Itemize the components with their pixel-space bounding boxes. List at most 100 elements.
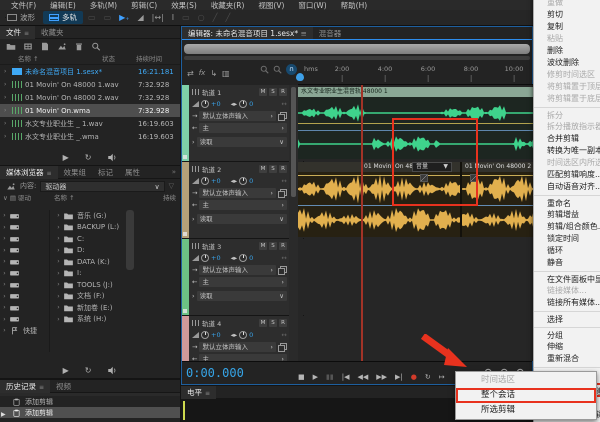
tab-properties[interactable]: 属性 [119,166,146,179]
expander-icon[interactable]: › [54,247,63,254]
pan-value[interactable]: 0 [249,177,253,185]
volume-value[interactable]: +0 [211,177,221,185]
expander-icon[interactable]: › [0,235,9,242]
arm-record-button[interactable]: R [279,165,287,173]
history-row[interactable]: 添加剪辑 [0,396,180,407]
preview-loop-icon[interactable]: ↻ [85,153,92,162]
more-tabs-icon[interactable]: » [172,168,180,176]
menu-item[interactable]: 效果(S) [164,0,204,11]
arm-record-button[interactable]: R [279,319,287,327]
track-scrollbar[interactable] [289,85,298,361]
zoom-out-icon[interactable] [273,65,282,74]
tab-video[interactable]: 视频 [50,380,77,393]
track-header[interactable]: 轨道 3 MSR +0 ◂▸0 ↔ →默认立体声输入› ←主› ›读取∨ [182,239,289,316]
clip-track1-header[interactable]: 水文专业职业生混音轨 48000 1 [298,87,534,97]
input-selector[interactable]: 默认立体声输入› [199,265,276,275]
tab-effects-rack[interactable]: 效果组 [58,166,93,179]
duplicate-icon[interactable] [278,266,287,275]
panel-menu-icon[interactable]: ≡ [47,170,52,177]
solo-button[interactable]: S [269,165,277,173]
col-duration[interactable]: 持续 [163,193,180,204]
file-row[interactable]: › 01 Movin' On.wma 7:32.928 [0,104,180,117]
drive-row-mini[interactable]: › [0,268,49,280]
context-menu-item[interactable]: 时间选区内所选剪辑 [534,157,600,169]
transport-button[interactable]: ■ [294,373,309,381]
tab-mixer[interactable]: 混音器 [313,27,348,39]
transport-button[interactable]: ▶ [309,373,322,381]
solo-button[interactable]: S [269,88,277,96]
arm-record-button[interactable]: R [279,242,287,250]
expander-icon[interactable]: › [4,94,12,101]
col-name[interactable]: 名称 ↑ [18,54,39,64]
mute-button[interactable]: M [259,165,267,173]
expander-icon[interactable]: › [54,316,63,323]
playhead-handle[interactable] [296,73,304,81]
scroll-toggle-icon[interactable]: ⇄ [187,69,194,78]
col-duration[interactable]: 持续时间 [136,54,180,64]
arm-record-button[interactable]: R [279,88,287,96]
drive-row-mini[interactable]: › [0,256,49,268]
mute-button[interactable]: M [259,242,267,250]
marquee-tool-icon[interactable]: ▭ [178,13,194,22]
context-menu-item[interactable]: 伸缩 [534,341,600,353]
time-display[interactable]: 0:00.000 [182,366,294,380]
import-file-icon[interactable] [23,42,33,51]
zoom-menu-item[interactable]: 整个会话 [456,388,596,403]
paintbrush-tool-icon[interactable]: ╱ [209,13,222,22]
fx-toggle-icon[interactable]: fx [199,69,206,77]
time-selection-tool-icon[interactable]: I [168,13,178,22]
pan-value[interactable]: 0 [249,254,253,262]
context-menu-item[interactable]: 将剪辑置于顶层 [534,81,600,93]
expander-icon[interactable]: › [4,120,12,127]
expander-icon[interactable]: › [54,281,63,288]
history-row[interactable]: 添加剪辑 [0,407,180,418]
preview-autoplay-icon[interactable] [107,153,117,162]
mute-button[interactable]: M [259,88,267,96]
context-menu-item[interactable]: 剪辑/组合颜色... [534,221,600,233]
context-menu-item[interactable]: 循环 [534,245,600,257]
drive-row[interactable]: › C: [54,233,180,245]
context-menu-item[interactable]: 粘贴 [534,33,600,45]
context-menu-item[interactable]: 在文件面板中显示 [534,271,600,285]
duplicate-icon[interactable] [278,343,287,352]
menu-item[interactable]: 帮助(H) [334,0,375,11]
snap-magnet-icon[interactable]: ∩ [286,64,297,75]
file-row[interactable]: › 未命名混音项目 1.sesx* 16:21.181 [0,65,180,78]
expander-icon[interactable]: › [0,316,9,323]
context-menu-item[interactable]: 拆分播放指示器下的所有剪辑 [534,121,600,133]
zoom-navigator-track[interactable] [184,56,530,60]
context-menu-item[interactable]: 波纹删除 [534,57,600,69]
context-menu-item[interactable]: 分组 [534,327,600,341]
context-menu-item[interactable]: 拆分 [534,107,600,121]
pan-knob[interactable] [239,254,247,262]
automation-expander-icon[interactable]: › [192,138,195,146]
context-menu-item[interactable]: 重命名 [534,195,600,209]
pan-knob[interactable] [239,177,247,185]
transport-button[interactable]: ↦ [435,373,449,381]
transport-button[interactable]: |◀ [338,373,354,381]
filter-icon[interactable]: ▽ [169,182,174,190]
tree-root[interactable]: ∨ ▤ 驱动 [3,193,54,204]
open-file-icon[interactable] [6,42,16,51]
track-header[interactable]: 轨道 2 MSR +0 ◂▸0 ↔ →默认立体声输入› ←主› ›读取∨ [182,162,289,239]
context-menu-item[interactable]: 修剪时间选区 [534,69,600,81]
context-menu-item[interactable]: 重做 [534,0,600,9]
file-row[interactable]: › 01 Movin' On 48000 2.wav 7:32.928 [0,91,180,104]
output-selector[interactable]: 主› [199,277,287,287]
pan-knob[interactable] [239,331,247,339]
drive-row[interactable]: › DATA (K:) [54,256,180,268]
output-selector[interactable]: 主› [199,354,287,361]
timeline-ruler[interactable]: hms 2:004:006:008:0010:00 [298,62,534,85]
panel-menu-icon[interactable]: ≡ [24,30,29,37]
expander-icon[interactable]: › [54,212,63,219]
context-menu-item[interactable]: 锁定时间 [534,233,600,245]
mute-button[interactable]: M [259,319,267,327]
track-header[interactable]: 轨道 1 MSR +0 ◂▸0 ↔ →默认立体声输入› ←主› ›读取∨ [182,85,289,162]
shortcuts-row[interactable]: › 快捷 [0,325,49,337]
menu-item[interactable]: 窗口(W) [291,0,333,11]
metering-toggle-icon[interactable]: ▥ [222,69,230,78]
track-name[interactable]: 轨道 4 [202,318,221,328]
transport-button[interactable]: ▶| [391,373,407,381]
output-selector[interactable]: 主› [199,123,287,133]
drive-row[interactable]: › 音乐 (G:) [54,210,180,222]
